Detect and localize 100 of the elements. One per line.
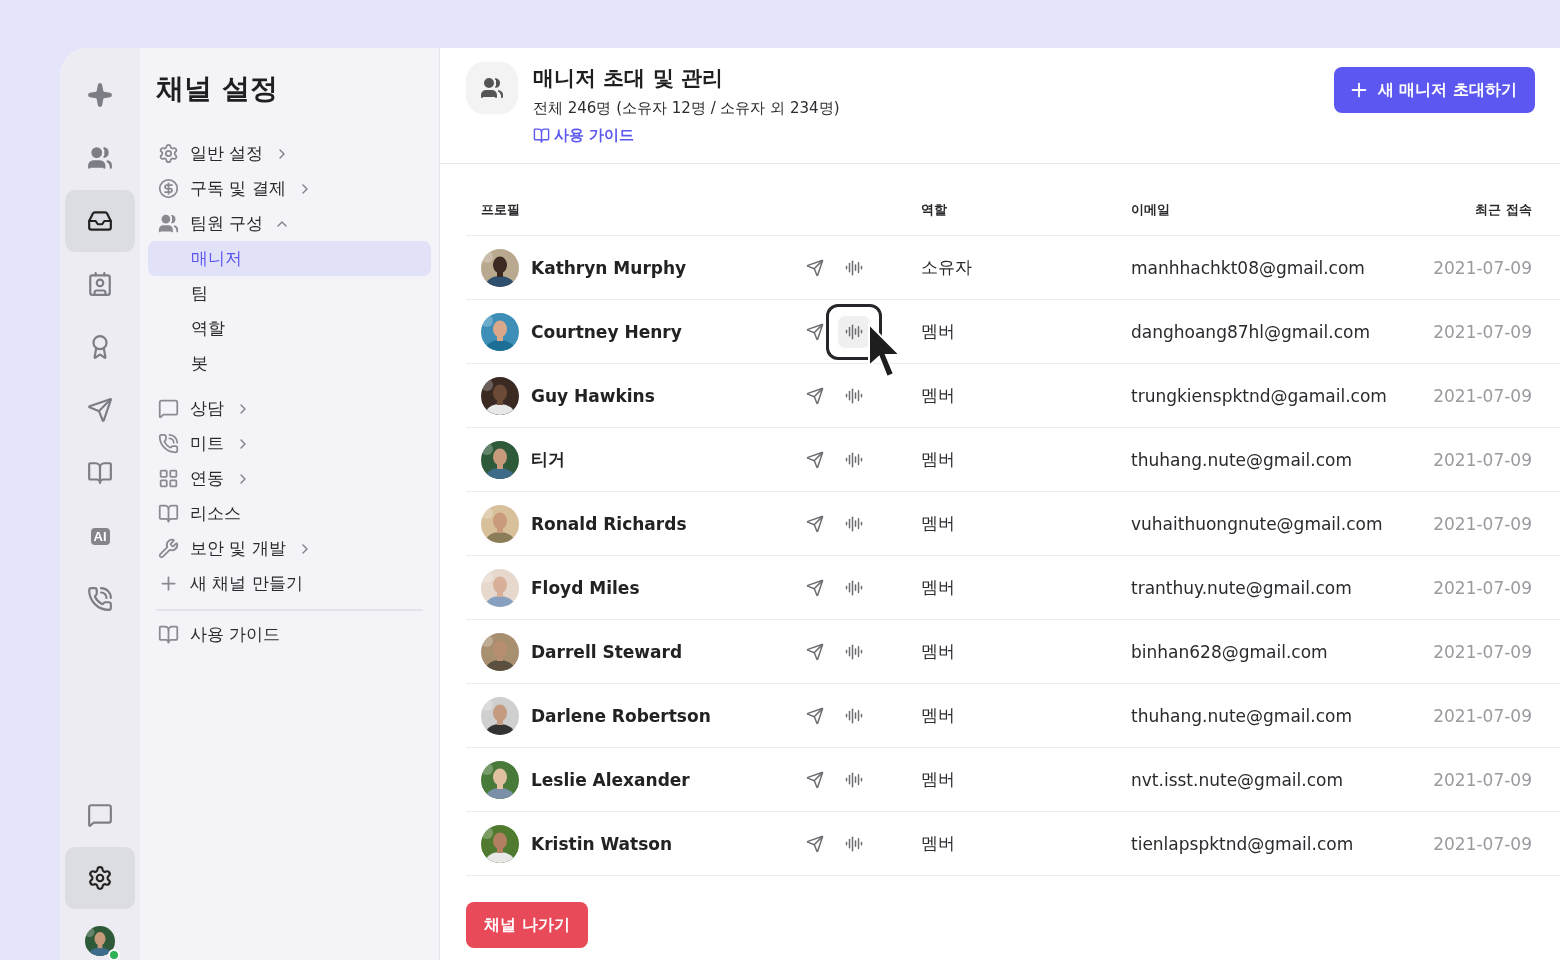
role-cell-text: 멤버: [921, 512, 956, 535]
email-cell-text: tranthuy.nute@gmail.com: [1131, 577, 1353, 598]
nav-label: 미트: [190, 432, 224, 455]
audio-icon: [845, 514, 863, 533]
nav-label: 팀원 구성: [190, 212, 264, 235]
book-icon: [533, 127, 550, 144]
nav-item[interactable]: 구독 및 결제: [148, 171, 431, 206]
nav-subitem[interactable]: 팀: [148, 276, 431, 311]
audio-icon: [845, 642, 863, 661]
invite-button[interactable]: 새 매니저 초대하기: [1333, 67, 1535, 113]
nav-label: 새 채널 만들기: [190, 572, 303, 595]
manager-name: Courtney Henry: [531, 321, 682, 342]
audio-icon: [845, 258, 863, 277]
role-cell-text: 멤버: [921, 384, 956, 407]
email-cell-text: binhan628@gmail.com: [1131, 641, 1329, 662]
settings-icon: [157, 143, 179, 164]
manager-name: Darlene Robertson: [531, 705, 711, 726]
email-cell-text: thuhang.nute@gmail.com: [1131, 705, 1353, 726]
date-cell: 2021-07-09: [1433, 449, 1532, 470]
page-title: 매니저 초대 및 관리: [533, 65, 724, 92]
rail-button[interactable]: AI: [65, 505, 135, 567]
phone-icon: [87, 586, 113, 612]
people-icon: [87, 145, 113, 171]
nav-item[interactable]: 새 채널 만들기: [148, 566, 431, 601]
manager-name: Leslie Alexander: [531, 769, 690, 790]
nav-subitem[interactable]: 역할: [148, 311, 431, 346]
leave-channel-button[interactable]: 채널 나가기: [466, 902, 588, 948]
email-cell-text: nvt.isst.nute@gmail.com: [1131, 769, 1344, 790]
column-header: 프로필: [481, 200, 521, 219]
dollar-icon: [157, 178, 179, 199]
role-cell-text: 멤버: [921, 832, 956, 855]
manager-name: Kristin Watson: [531, 833, 673, 854]
date-cell: 2021-07-09: [1433, 833, 1532, 854]
nav-label: 리소스: [190, 502, 241, 525]
send-icon: [806, 322, 824, 341]
rail-button[interactable]: [65, 190, 135, 252]
date-cell: 2021-07-09: [1433, 705, 1532, 726]
nav-label: 연동: [190, 467, 224, 490]
rail-button[interactable]: [65, 847, 135, 909]
date-cell: 2021-07-09: [1433, 513, 1532, 534]
inbox-icon: [87, 208, 113, 234]
nav-label: 구독 및 결제: [190, 177, 286, 200]
audio-icon: [845, 770, 863, 789]
nav-item[interactable]: 사용 가이드: [148, 617, 431, 652]
send-icon: [806, 514, 824, 533]
manager-name: Guy Hawkins: [531, 385, 655, 406]
book-icon: [157, 503, 179, 524]
ai-icon: AI: [90, 527, 110, 545]
nav-item[interactable]: 일반 설정: [148, 136, 431, 171]
nav-subitem[interactable]: 봇: [148, 346, 431, 381]
email-cell-text: thuhang.nute@gmail.com: [1131, 449, 1353, 470]
audio-icon: [845, 386, 863, 405]
nav-subitem[interactable]: 매니저: [148, 241, 431, 276]
book-icon: [157, 624, 179, 645]
audio-icon: [845, 322, 863, 341]
column-header: 이메일: [1131, 200, 1171, 219]
wrench-icon: [157, 538, 179, 559]
email-cell-text: trungkienspktnd@gamail.com: [1131, 385, 1388, 406]
date-cell: 2021-07-09: [1433, 577, 1532, 598]
send-icon: [806, 386, 824, 405]
role-cell-text: 멤버: [921, 448, 956, 471]
nav-item[interactable]: 상담: [148, 391, 431, 426]
settings-icon: [87, 865, 113, 891]
role-cell-text: 멤버: [921, 704, 956, 727]
email-cell-text: vuhaithuongnute@gmail.com: [1131, 513, 1384, 534]
date-cell: 2021-07-09: [1433, 321, 1532, 342]
sidebar-title: 채널 설정: [156, 71, 279, 107]
manager-name: Darrell Steward: [531, 641, 683, 662]
book-icon: [87, 460, 113, 486]
role-cell-text: 멤버: [921, 768, 956, 791]
nav-label: 상담: [190, 397, 224, 420]
chat-icon: [87, 802, 113, 828]
contact-card-icon: [87, 271, 113, 297]
member-count: 전체 246명 (소유자 12명 / 소유자 외 234명): [533, 99, 841, 118]
people-icon: [157, 213, 179, 234]
email-cell-text: danghoang87hl@gmail.com: [1131, 321, 1371, 342]
send-icon: [806, 834, 824, 853]
manager-name: Kathryn Murphy: [531, 257, 687, 278]
nav-item[interactable]: 리소스: [148, 496, 431, 531]
nav-label: 사용 가이드: [190, 623, 281, 646]
phone-icon: [157, 433, 179, 454]
column-header: 역할: [921, 200, 948, 219]
chat-icon: [157, 398, 179, 419]
send-icon: [806, 642, 824, 661]
guide-link[interactable]: 사용 가이드: [533, 126, 635, 145]
date-cell: 2021-07-09: [1433, 769, 1532, 790]
voice-button[interactable]: [838, 315, 870, 348]
nav-item[interactable]: 연동: [148, 461, 431, 496]
audio-icon: [845, 450, 863, 469]
role-cell-text: 소유자: [921, 256, 973, 279]
audio-icon: [845, 578, 863, 597]
nav-item[interactable]: 미트: [148, 426, 431, 461]
column-header: 최근 접속: [1475, 200, 1532, 219]
role-cell-text: 멤버: [921, 320, 956, 343]
email-cell-text: manhhachkt08@gmail.com: [1131, 257, 1366, 278]
role-cell-text: 멤버: [921, 640, 956, 663]
nav-label: 일반 설정: [190, 142, 264, 165]
role-cell-text: 멤버: [921, 576, 956, 599]
nav-item[interactable]: 보안 및 개발: [148, 531, 431, 566]
nav-item[interactable]: 팀원 구성: [148, 206, 431, 241]
